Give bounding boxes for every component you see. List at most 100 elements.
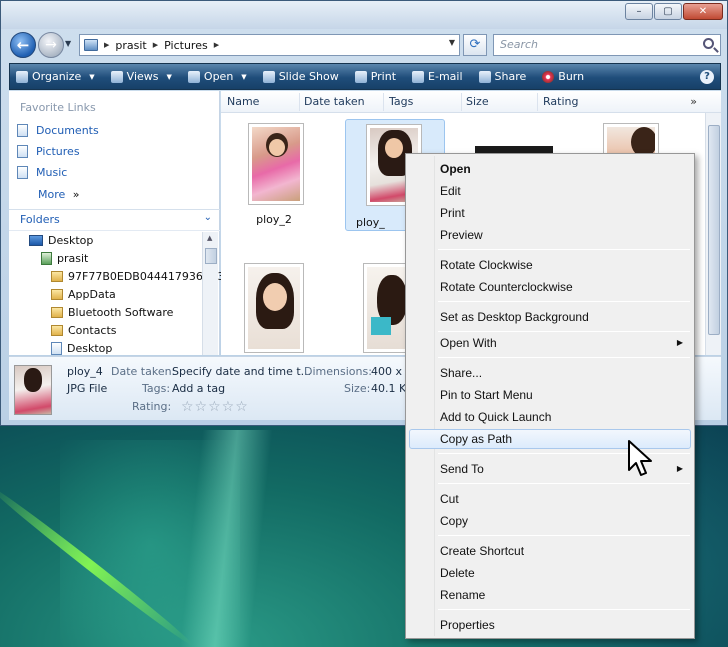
column-divider[interactable] — [299, 93, 300, 111]
file-tile-ploy-2[interactable]: ploy_2 — [241, 119, 307, 229]
desktop-glow — [60, 440, 240, 647]
tags-value[interactable]: Add a tag — [172, 382, 225, 395]
open-button[interactable]: Open ▼ — [187, 70, 247, 83]
refresh-button[interactable]: ⟳ — [463, 34, 487, 56]
window-controls: – ▢ ✕ — [625, 3, 723, 20]
folder-icon — [84, 39, 98, 51]
burn-button[interactable]: Burn — [542, 70, 584, 83]
menu-item-open-with[interactable]: Open With ▶ — [409, 333, 691, 353]
menu-item-copy[interactable]: Copy — [409, 511, 691, 531]
more-links-button[interactable]: More » — [38, 188, 80, 201]
menu-item-delete[interactable]: Delete — [409, 563, 691, 583]
tree-item-desktop[interactable]: Desktop — [29, 234, 93, 247]
title-bar[interactable]: – ▢ ✕ — [1, 1, 727, 29]
menu-item-properties[interactable]: Properties — [409, 615, 691, 635]
menu-item-print[interactable]: Print — [409, 203, 691, 223]
menu-item-label: Open With — [440, 336, 497, 350]
scrollbar-thumb[interactable] — [205, 248, 217, 264]
address-dropdown-icon[interactable]: ▼ — [449, 38, 455, 47]
chevron-down-icon: ▼ — [166, 72, 172, 81]
column-divider[interactable] — [461, 93, 462, 111]
file-tile[interactable] — [241, 259, 307, 359]
file-name-label: ploy_2 — [256, 213, 292, 226]
slide-show-button[interactable]: Slide Show — [262, 70, 339, 83]
menu-item-share[interactable]: Share... — [409, 363, 691, 383]
arrow-right-icon: → — [45, 37, 57, 53]
more-columns-icon[interactable]: » — [690, 95, 697, 108]
back-button[interactable]: ← — [10, 32, 36, 58]
breadcrumb-prasit[interactable]: prasit — [115, 39, 146, 52]
desktop-streak — [0, 481, 196, 647]
column-divider[interactable] — [537, 93, 538, 111]
column-tags[interactable]: Tags — [389, 95, 413, 108]
user-folder-icon — [41, 252, 52, 265]
breadcrumb-separator-icon[interactable]: ▶ — [214, 41, 219, 49]
rating-stars[interactable]: ☆☆☆☆☆ — [181, 399, 249, 415]
menu-item-rotate-clockwise[interactable]: Rotate Clockwise — [409, 255, 691, 275]
organize-button[interactable]: Organize ▼ — [16, 70, 95, 83]
address-bar[interactable]: ▶ prasit ▶ Pictures ▶ ▼ — [79, 34, 460, 56]
tree-item-desktop-sub[interactable]: Desktop — [51, 342, 112, 355]
column-size[interactable]: Size — [466, 95, 489, 108]
file-list-scrollbar[interactable] — [705, 113, 721, 355]
menu-item-cut[interactable]: Cut — [409, 489, 691, 509]
favorite-link-music[interactable]: Music — [17, 166, 67, 179]
menu-item-preview[interactable]: Preview — [409, 225, 691, 245]
menu-item-rename[interactable]: Rename — [409, 585, 691, 605]
menu-separator — [438, 357, 690, 358]
favorite-link-pictures[interactable]: Pictures — [17, 145, 80, 158]
column-rating[interactable]: Rating — [543, 95, 578, 108]
share-button[interactable]: Share — [478, 70, 526, 83]
menu-item-pin-to-start-menu[interactable]: Pin to Start Menu — [409, 385, 691, 405]
menu-item-set-desktop-background[interactable]: Set as Desktop Background — [409, 307, 691, 327]
tree-item-label: prasit — [57, 252, 89, 265]
menu-item-rotate-counterclockwise[interactable]: Rotate Counterclockwise — [409, 277, 691, 297]
date-taken-value[interactable]: Specify date and time t... — [172, 365, 311, 378]
menu-item-add-to-quick-launch[interactable]: Add to Quick Launch — [409, 407, 691, 427]
refresh-icon: ⟳ — [469, 37, 481, 52]
column-divider[interactable] — [383, 93, 384, 111]
menu-item-open[interactable]: Open — [409, 159, 691, 179]
tree-item-contacts[interactable]: Contacts — [51, 324, 117, 337]
tree-item-appdata[interactable]: AppData — [51, 288, 116, 301]
favorite-link-documents[interactable]: Documents — [17, 124, 99, 137]
forward-button[interactable]: → — [38, 32, 64, 58]
tree-item-bluetooth-software[interactable]: Bluetooth Software — [51, 306, 173, 319]
tree-item-label: Contacts — [68, 324, 117, 337]
tree-item-prasit[interactable]: prasit — [41, 252, 88, 265]
folders-scrollbar[interactable]: ▲ — [202, 232, 218, 355]
photo-shirt — [371, 317, 391, 335]
recent-pages-dropdown[interactable]: ▼ — [65, 39, 71, 48]
photo-image — [367, 267, 409, 349]
menu-item-edit[interactable]: Edit — [409, 181, 691, 201]
folder-icon — [51, 271, 63, 282]
folders-header[interactable]: Folders ⌄ — [9, 209, 220, 231]
scrollbar-thumb[interactable] — [708, 125, 720, 335]
submenu-arrow-icon: ▶ — [676, 338, 683, 347]
breadcrumb-separator-icon[interactable]: ▶ — [153, 41, 158, 49]
scroll-up-icon[interactable]: ▲ — [207, 234, 212, 242]
breadcrumb-separator-icon[interactable]: ▶ — [104, 41, 109, 49]
breadcrumb-pictures[interactable]: Pictures — [164, 39, 208, 52]
print-button[interactable]: Print — [354, 70, 396, 83]
command-toolbar: Organize ▼ Views ▼ Open ▼ Slide Show Pri… — [9, 63, 721, 90]
email-icon — [412, 70, 425, 83]
desktop-folder-icon — [51, 342, 62, 355]
rating-label: Rating: — [132, 400, 172, 413]
search-input[interactable]: Search — [493, 34, 721, 56]
search-icon[interactable] — [703, 38, 714, 49]
email-button[interactable]: E-mail — [412, 70, 463, 83]
help-icon[interactable]: ? — [700, 69, 714, 84]
tree-item-guid-folder[interactable]: 97F77B0EDB044417936C73 — [51, 270, 225, 283]
menu-item-create-shortcut[interactable]: Create Shortcut — [409, 541, 691, 561]
close-button[interactable]: ✕ — [683, 3, 723, 20]
column-name[interactable]: Name — [227, 95, 259, 108]
favorite-link-label: Pictures — [36, 145, 80, 158]
photo-face — [269, 139, 285, 156]
maximize-button[interactable]: ▢ — [654, 3, 682, 20]
column-date-taken[interactable]: Date taken — [304, 95, 365, 108]
minimize-button[interactable]: – — [625, 3, 653, 20]
menu-separator — [438, 301, 690, 302]
views-button[interactable]: Views ▼ — [110, 70, 172, 83]
menu-separator — [438, 535, 690, 536]
